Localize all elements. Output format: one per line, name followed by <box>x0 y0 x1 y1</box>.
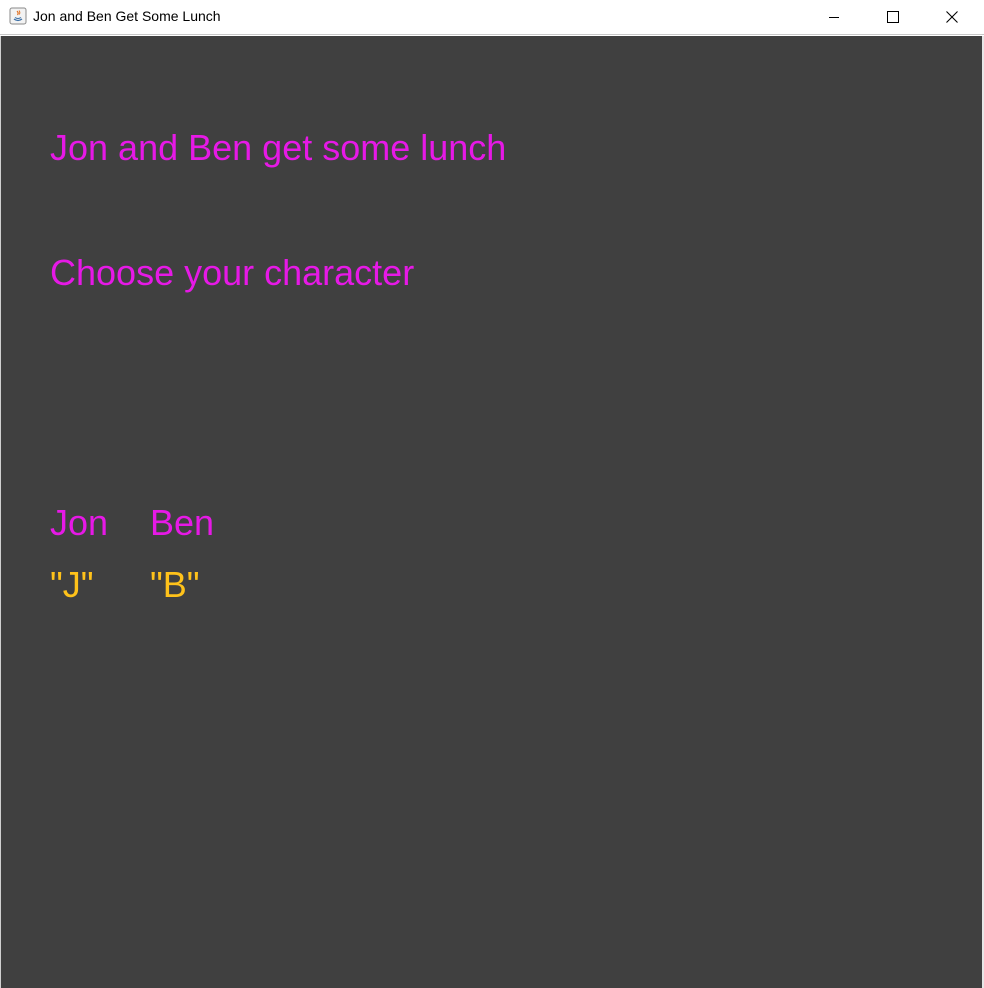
character-name-jon: Jon <box>50 502 109 543</box>
java-app-icon <box>9 7 27 25</box>
minimize-icon <box>828 11 840 23</box>
character-prompt: Choose your character <box>50 252 415 293</box>
title-bar[interactable]: Jon and Ben Get Some Lunch <box>0 0 984 35</box>
character-name-ben: Ben <box>150 502 215 543</box>
app-window: Jon and Ben Get Some Lunch Jon and Ben g… <box>0 0 984 988</box>
character-key-jon: "J" <box>50 564 94 605</box>
maximize-button[interactable] <box>864 0 922 34</box>
game-title: Jon and Ben get some lunch <box>50 127 507 168</box>
maximize-icon <box>887 11 899 23</box>
close-button[interactable] <box>923 0 981 34</box>
character-key-ben: "B" <box>150 564 200 605</box>
game-canvas[interactable]: Jon and Ben get some lunch Choose your c… <box>1 36 982 988</box>
close-icon <box>946 11 958 23</box>
minimize-button[interactable] <box>805 0 863 34</box>
window-title: Jon and Ben Get Some Lunch <box>33 8 221 24</box>
